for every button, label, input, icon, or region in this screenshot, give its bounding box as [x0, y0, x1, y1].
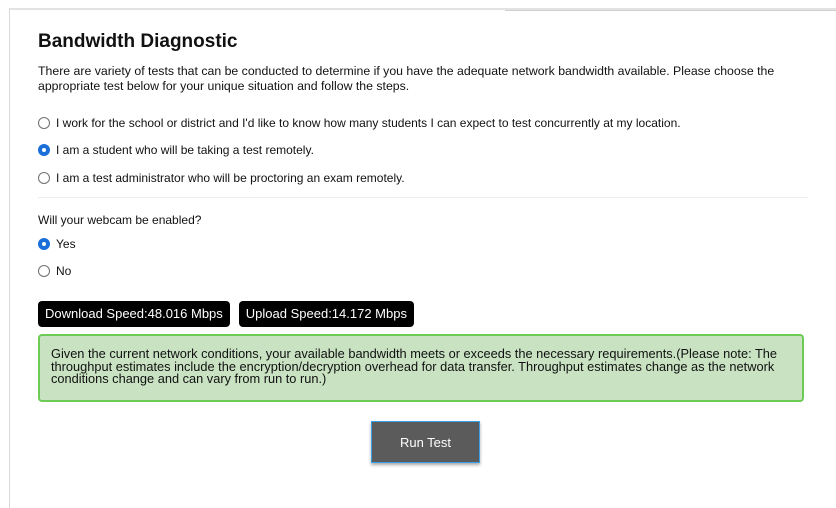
bandwidth-result-message: Given the current network conditions, yo… — [38, 334, 804, 402]
download-speed-badge: Download Speed:48.016 Mbps — [38, 301, 230, 327]
radio-administrator[interactable] — [38, 172, 50, 184]
webcam-option-label: Yes — [56, 237, 76, 251]
run-test-button[interactable]: Run Test — [371, 421, 480, 463]
webcam-option-label: No — [56, 264, 72, 278]
test-option-administrator[interactable]: I am a test administrator who will be pr… — [38, 170, 405, 186]
speed-results: Download Speed:48.016 Mbps Upload Speed:… — [38, 301, 414, 327]
radio-school-district[interactable] — [38, 117, 50, 129]
test-option-label: I am a test administrator who will be pr… — [56, 171, 405, 185]
radio-webcam-yes[interactable] — [38, 238, 50, 250]
upload-speed-badge: Upload Speed:14.172 Mbps — [238, 301, 414, 327]
webcam-option-yes[interactable]: Yes — [38, 236, 76, 252]
radio-webcam-no[interactable] — [38, 265, 50, 277]
test-option-school-district[interactable]: I work for the school or district and I'… — [38, 115, 681, 131]
page-description: There are variety of tests that can be c… — [38, 64, 775, 93]
test-option-label: I work for the school or district and I'… — [56, 116, 681, 130]
webcam-option-no[interactable]: No — [38, 263, 71, 279]
test-option-label: I am a student who will be taking a test… — [56, 143, 314, 157]
test-option-student[interactable]: I am a student who will be taking a test… — [38, 142, 314, 158]
radio-student[interactable] — [38, 144, 50, 156]
section-divider — [38, 197, 808, 198]
bandwidth-diagnostic-panel: Bandwidth Diagnostic There are variety o… — [38, 30, 808, 463]
webcam-question: Will your webcam be enabled? — [38, 213, 202, 227]
page-title: Bandwidth Diagnostic — [38, 31, 238, 52]
